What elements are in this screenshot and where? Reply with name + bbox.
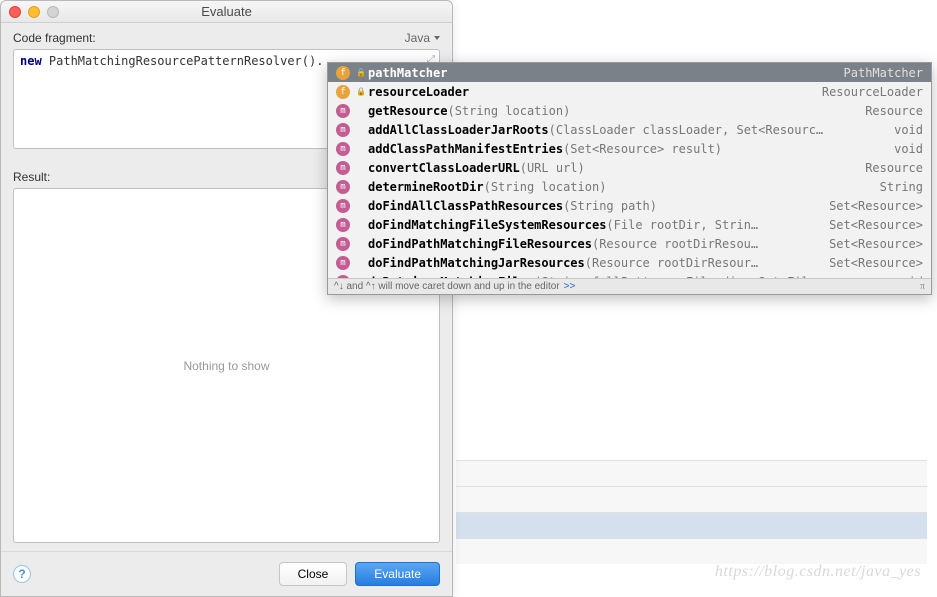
completion-return-type: String: [870, 180, 923, 194]
completion-item[interactable]: m doFindMatchingFileSystemResources(File …: [328, 215, 931, 234]
completion-item[interactable]: m doFindPathMatchingFileResources(Resourc…: [328, 234, 931, 253]
lock-icon: 🔒: [356, 87, 364, 96]
completion-item[interactable]: f 🔒 resourceLoader ResourceLoader: [328, 82, 931, 101]
completion-params: (Set<Resource> result): [563, 142, 722, 156]
completion-name: pathMatcher: [368, 66, 447, 80]
method-icon: m: [336, 180, 350, 194]
completion-item[interactable]: f 🔒 pathMatcher PathMatcher: [328, 63, 931, 82]
result-label: Result:: [13, 170, 50, 184]
completion-params: (Resource rootDirResour…: [585, 256, 758, 270]
completion-name: doFindPathMatchingJarResources: [368, 256, 585, 270]
completion-return-type: PathMatcher: [834, 66, 923, 80]
lock-icon: 🔒: [356, 68, 364, 77]
completion-footer: ^↓ and ^↑ will move caret down and up in…: [328, 278, 931, 294]
completion-return-type: Set<Resource>: [819, 256, 923, 270]
completion-return-type: Resource: [855, 104, 923, 118]
completion-return-type: Resource: [855, 161, 923, 175]
close-window-icon[interactable]: [9, 6, 21, 18]
code-text: PathMatchingResourcePatternResolver().: [42, 54, 324, 68]
background-panels: [456, 460, 927, 564]
help-icon[interactable]: ?: [13, 565, 31, 583]
close-button[interactable]: Close: [279, 562, 348, 586]
empty-result-text: Nothing to show: [183, 359, 269, 373]
panel-row: [456, 486, 927, 512]
fragment-header: Code fragment: Java: [13, 31, 440, 45]
panel-row: [456, 538, 927, 564]
code-keyword: new: [20, 54, 42, 68]
minimize-window-icon[interactable]: [28, 6, 40, 18]
window-controls: [1, 6, 59, 18]
footer-more-link[interactable]: >>: [564, 281, 576, 292]
panel-row: [456, 460, 927, 486]
completion-name: getResource: [368, 104, 447, 118]
method-icon: m: [336, 104, 350, 118]
completion-name: addAllClassLoaderJarRoots: [368, 123, 549, 137]
completion-params: (String path): [563, 199, 657, 213]
completion-item[interactable]: m doFindPathMatchingJarResources(Resource…: [328, 253, 931, 272]
completion-params: (Resource rootDirResou…: [592, 237, 758, 251]
zoom-window-icon: [47, 6, 59, 18]
completion-name: doRetrieveMatchingFiles: [368, 275, 534, 279]
completion-name: resourceLoader: [368, 85, 469, 99]
completion-params: (String fullPattern, File dir, Set<File…: [534, 275, 823, 279]
field-icon: f: [336, 85, 350, 99]
dialog-footer: ? Close Evaluate: [1, 551, 452, 596]
completion-return-type: void: [884, 123, 923, 137]
completion-params: (File rootDir, Strin…: [606, 218, 758, 232]
completion-item[interactable]: m doFindAllClassPathResources(String path…: [328, 196, 931, 215]
completion-name: addClassPathManifestEntries: [368, 142, 563, 156]
completion-item[interactable]: m determineRootDir(String location) String: [328, 177, 931, 196]
language-label: Java: [405, 31, 430, 45]
panel-row: [456, 512, 927, 538]
completion-params: (ClassLoader classLoader, Set<Resourc…: [549, 123, 824, 137]
completion-return-type: Set<Resource>: [819, 218, 923, 232]
completion-popup: f 🔒 pathMatcher PathMatcher f 🔒 resourceLoader…: [327, 62, 932, 295]
footer-hint: ^↓ and ^↑ will move caret down and up in…: [334, 281, 560, 292]
completion-params: (String location): [484, 180, 607, 194]
method-icon: m: [336, 256, 350, 270]
completion-return-type: Set<Resource>: [819, 237, 923, 251]
method-icon: m: [336, 237, 350, 251]
completion-name: convertClassLoaderURL: [368, 161, 520, 175]
completion-list[interactable]: f 🔒 pathMatcher PathMatcher f 🔒 resourceLoader…: [328, 63, 931, 278]
completion-item[interactable]: m addClassPathManifestEntries(Set<Resourc…: [328, 139, 931, 158]
completion-params: (URL url): [520, 161, 585, 175]
completion-name: determineRootDir: [368, 180, 484, 194]
method-icon: m: [336, 218, 350, 232]
completion-params: (String location): [447, 104, 570, 118]
method-icon: m: [336, 161, 350, 175]
pi-icon[interactable]: π: [920, 281, 925, 292]
completion-item[interactable]: m convertClassLoaderURL(URL url) Resource: [328, 158, 931, 177]
completion-return-type: void: [884, 142, 923, 156]
watermark-text: https://blog.csdn.net/java_yes: [715, 563, 921, 581]
language-selector[interactable]: Java: [405, 31, 440, 45]
method-icon: m: [336, 142, 350, 156]
fragment-label: Code fragment:: [13, 31, 96, 45]
titlebar: Evaluate: [1, 1, 452, 23]
method-icon: m: [336, 123, 350, 137]
completion-name: doFindAllClassPathResources: [368, 199, 563, 213]
completion-return-type: Set<Resource>: [819, 199, 923, 213]
evaluate-button[interactable]: Evaluate: [355, 562, 440, 586]
field-icon: f: [336, 66, 350, 80]
completion-return-type: ResourceLoader: [812, 85, 923, 99]
completion-item[interactable]: m addAllClassLoaderJarRoots(ClassLoader c…: [328, 120, 931, 139]
window-title: Evaluate: [1, 4, 452, 19]
completion-return-type: void: [884, 275, 923, 279]
completion-name: doFindMatchingFileSystemResources: [368, 218, 606, 232]
completion-name: doFindPathMatchingFileResources: [368, 237, 592, 251]
completion-item[interactable]: m getResource(String location) Resource: [328, 101, 931, 120]
method-icon: m: [336, 199, 350, 213]
method-icon: m: [336, 275, 350, 279]
